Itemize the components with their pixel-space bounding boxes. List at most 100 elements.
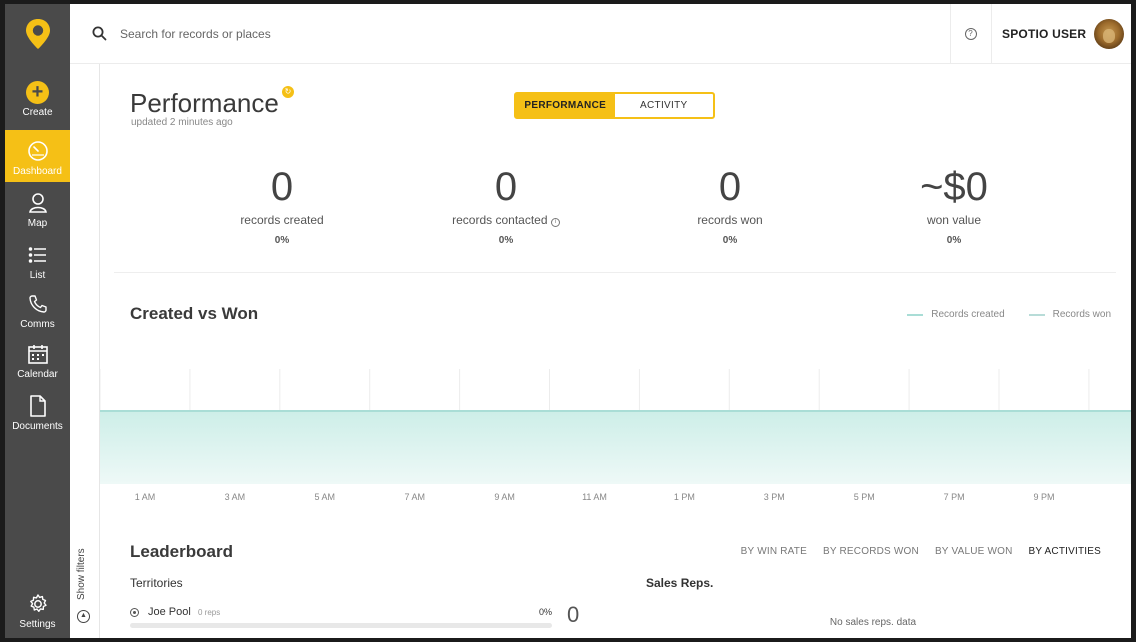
stats-row: 0 records created 0% 0 records contacted… — [114, 163, 1116, 273]
territories-heading: Territories — [130, 576, 183, 590]
stat-value: 0 — [718, 165, 742, 209]
sidebar-item-comms[interactable]: Comms — [5, 292, 70, 334]
stat-records-created: 0 records created 0% — [182, 163, 382, 246]
area-records-won — [100, 411, 1131, 484]
sidebar-item-label: List — [29, 270, 46, 281]
topbar: ? SPOTIO USER — [70, 4, 1131, 64]
show-filters-label: Show filters — [76, 548, 87, 600]
calendar-icon — [27, 342, 49, 366]
filter-strip: Show filters ▲ — [70, 64, 100, 638]
arrow-up-circle-icon: ▲ — [77, 610, 90, 623]
sidebar-item-list[interactable]: List — [5, 243, 70, 285]
page-title: Performance — [130, 88, 279, 118]
stat-label: records created — [240, 213, 324, 227]
stat-records-contacted: 0 records contacted i 0% — [406, 163, 606, 246]
search-icon — [92, 26, 107, 41]
plus-circle-icon: + — [26, 80, 49, 104]
sidebar: + Create Dashboard Map List Comms Calend… — [5, 4, 70, 638]
x-tick-label: 5 AM — [315, 492, 336, 502]
view-toggle: PERFORMANCE ACTIVITY — [514, 92, 715, 119]
territory-percent: 0% — [538, 607, 552, 617]
x-tick-label: 11 AM — [582, 492, 607, 502]
x-tick-label: 1 AM — [135, 492, 156, 502]
stat-records-won: 0 records won 0% — [630, 163, 830, 246]
list-icon — [28, 243, 48, 267]
refresh-icon[interactable]: ↻ — [282, 86, 294, 98]
sales-reps-heading: Sales Reps. — [646, 576, 714, 590]
spotio-logo[interactable] — [5, 4, 70, 64]
search-input[interactable] — [120, 22, 620, 46]
leaderboard-title: Leaderboard — [130, 542, 233, 561]
chart-title: Created vs Won — [130, 304, 259, 323]
legend-item-records-won[interactable]: Records won — [1028, 309, 1111, 320]
tab-by-win-rate[interactable]: BY WIN RATE — [741, 546, 807, 557]
created-vs-won-chart: 1 AM 3 AM 5 AM 7 AM 9 AM 11 AM 1 PM 3 PM 5 PM 7 P… — [100, 369, 1131, 502]
x-tick-label: 5 PM — [854, 492, 875, 502]
updated-timestamp: updated 2 minutes ago — [131, 117, 233, 128]
sidebar-item-label: Calendar — [17, 369, 58, 380]
phone-icon — [28, 292, 48, 316]
legend-swatch — [907, 313, 924, 316]
gauge-icon — [27, 139, 49, 163]
legend-label: Records won — [1052, 309, 1111, 320]
x-tick-label: 1 PM — [674, 492, 695, 502]
sidebar-item-label: Map — [27, 218, 48, 229]
info-icon[interactable]: i — [550, 218, 560, 227]
territory-target-icon — [130, 608, 139, 617]
stat-percent: 0% — [498, 235, 514, 246]
tab-by-activities[interactable]: BY ACTIVITIES — [1029, 546, 1101, 557]
stat-label: records contacted — [452, 213, 548, 227]
user-menu[interactable]: SPOTIO USER — [991, 4, 1125, 64]
sidebar-item-dashboard[interactable]: Dashboard — [5, 130, 70, 182]
stat-percent: 0% — [946, 235, 962, 246]
show-filters-toggle[interactable]: Show filters ▲ — [74, 544, 94, 634]
legend-item-records-created[interactable]: Records created — [907, 309, 1005, 320]
app-window: + Create Dashboard Map List Comms Calend… — [5, 4, 1131, 638]
territory-reps: 0 reps — [198, 608, 221, 617]
chart-legend: Records created Records won — [883, 309, 1111, 320]
user-name: SPOTIO USER — [1002, 27, 1087, 41]
x-tick-label: 3 AM — [225, 492, 246, 502]
sidebar-item-settings[interactable]: Settings — [5, 592, 70, 634]
map-pin-person-icon — [27, 191, 49, 215]
toggle-performance[interactable]: PERFORMANCE — [516, 94, 615, 117]
stat-value: ~$0 — [920, 165, 988, 209]
sidebar-item-documents[interactable]: Documents — [5, 394, 70, 436]
sidebar-item-label: Documents — [12, 421, 63, 432]
stat-value: 0 — [270, 165, 294, 209]
question-circle-icon: ? — [964, 28, 977, 40]
legend-swatch — [1028, 313, 1045, 316]
x-tick-label: 7 PM — [944, 492, 965, 502]
x-tick-label: 9 PM — [1033, 492, 1054, 502]
stat-value: 0 — [494, 165, 518, 209]
help-button[interactable]: ? — [950, 4, 990, 64]
document-icon — [29, 394, 47, 418]
avatar — [1094, 19, 1125, 49]
sidebar-item-calendar[interactable]: Calendar — [5, 342, 70, 384]
sidebar-item-map[interactable]: Map — [5, 191, 70, 233]
tab-by-value-won[interactable]: BY VALUE WON — [935, 546, 1013, 557]
territory-count: 0 — [567, 602, 580, 627]
sidebar-item-label: Comms — [20, 319, 55, 330]
no-sales-reps-message: No sales reps. data — [829, 617, 917, 628]
toggle-activity[interactable]: ACTIVITY — [615, 94, 714, 117]
pin-logo-icon — [25, 19, 50, 49]
leaderboard-tabs: BY WIN RATE BY RECORDS WON BY VALUE WON … — [725, 546, 1101, 557]
x-tick-label: 9 AM — [494, 492, 515, 502]
stat-percent: 0% — [274, 235, 290, 246]
sidebar-item-create[interactable]: + Create — [5, 80, 70, 122]
tab-by-records-won[interactable]: BY RECORDS WON — [823, 546, 919, 557]
stat-percent: 0% — [722, 235, 738, 246]
sidebar-item-label: Dashboard — [13, 166, 62, 177]
sidebar-item-label: Create — [22, 107, 53, 118]
stat-won-value: ~$0 won value 0% — [854, 163, 1054, 246]
stat-label: records won — [697, 213, 763, 227]
stat-label: won value — [926, 213, 982, 227]
territory-name: Joe Pool — [148, 606, 191, 618]
x-tick-label: 7 AM — [404, 492, 425, 502]
sidebar-item-label: Settings — [19, 619, 56, 630]
dashboard-main: Performance ↻ updated 2 minutes ago PERF… — [100, 65, 1131, 638]
gear-icon — [27, 592, 49, 616]
x-tick-label: 3 PM — [764, 492, 785, 502]
legend-label: Records created — [931, 309, 1005, 320]
